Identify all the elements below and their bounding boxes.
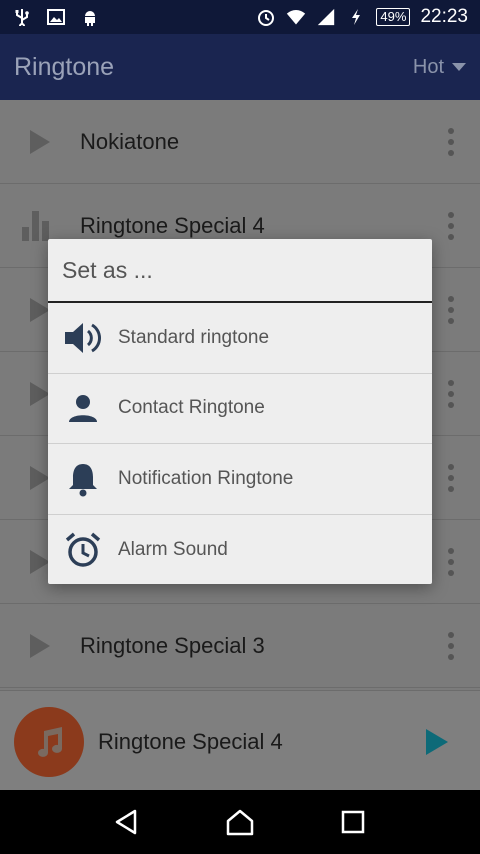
play-icon[interactable]: [30, 129, 50, 154]
now-playing-title: Ringtone Special 4: [98, 729, 283, 754]
status-bar: 49% 22:23: [0, 0, 480, 34]
more-vert-icon[interactable]: [448, 127, 454, 156]
music-note-icon: [38, 727, 62, 757]
clock: 22:23: [420, 6, 468, 27]
play-icon[interactable]: [426, 729, 448, 755]
filter-label: Hot: [412, 55, 444, 78]
chevron-down-icon: [452, 63, 466, 71]
battery-level: 49%: [376, 8, 411, 26]
option-label: Alarm Sound: [118, 538, 228, 560]
option-label: Contact Ringtone: [118, 397, 265, 419]
more-vert-icon[interactable]: [448, 211, 454, 240]
option-alarm-sound[interactable]: Alarm Sound: [48, 515, 432, 586]
more-vert-icon[interactable]: [448, 379, 454, 408]
list-item-title: Ringtone Special 4: [80, 212, 265, 238]
more-vert-icon[interactable]: [448, 295, 454, 324]
play-icon[interactable]: [30, 633, 50, 658]
play-icon[interactable]: [30, 381, 50, 406]
list-item-title: Ringtone Special 3: [80, 632, 265, 658]
signal-icon: [316, 7, 336, 27]
nav-bar: [0, 790, 480, 854]
equalizer-icon: [22, 210, 49, 241]
avatar: [14, 707, 84, 777]
option-label: Notification Ringtone: [118, 467, 294, 489]
alarm-clock-icon: [48, 515, 118, 585]
option-contact-ringtone[interactable]: Contact Ringtone: [48, 373, 432, 444]
play-icon[interactable]: [30, 297, 50, 322]
play-icon[interactable]: [30, 465, 50, 490]
play-icon[interactable]: [30, 549, 50, 574]
speaker-icon: [48, 303, 118, 373]
set-as-dialog: Set as ... Standard ringtone Contact Rin…: [48, 239, 432, 584]
image-icon: [46, 7, 66, 27]
option-notification-ringtone[interactable]: Notification Ringtone: [48, 444, 432, 515]
usb-icon: [12, 7, 32, 27]
list-item[interactable]: Nokiatone: [0, 100, 480, 184]
list-item-title: Nokiatone: [80, 128, 180, 154]
bell-icon: [48, 444, 118, 514]
option-standard-ringtone[interactable]: Standard ringtone: [48, 303, 432, 374]
app-title: Ringtone: [14, 52, 115, 81]
charging-icon: [346, 7, 366, 27]
dialog-title: Set as ...: [48, 239, 432, 303]
filter-dropdown[interactable]: Hot: [413, 56, 466, 79]
list-item[interactable]: Ringtone Special 3: [0, 604, 480, 688]
person-icon: [48, 373, 118, 443]
wifi-icon: [286, 7, 306, 27]
more-vert-icon[interactable]: [448, 463, 454, 492]
now-playing-bar: Ringtone Special 4: [0, 690, 480, 790]
app-bar: Ringtone Hot: [0, 34, 480, 100]
back-icon[interactable]: [107, 802, 147, 842]
recents-icon[interactable]: [333, 802, 373, 842]
option-label: Standard ringtone: [118, 326, 270, 348]
alarm-icon: [256, 7, 276, 27]
android-icon: [80, 7, 100, 27]
more-vert-icon[interactable]: [448, 547, 454, 576]
home-icon[interactable]: [220, 802, 260, 842]
more-vert-icon[interactable]: [448, 631, 454, 660]
